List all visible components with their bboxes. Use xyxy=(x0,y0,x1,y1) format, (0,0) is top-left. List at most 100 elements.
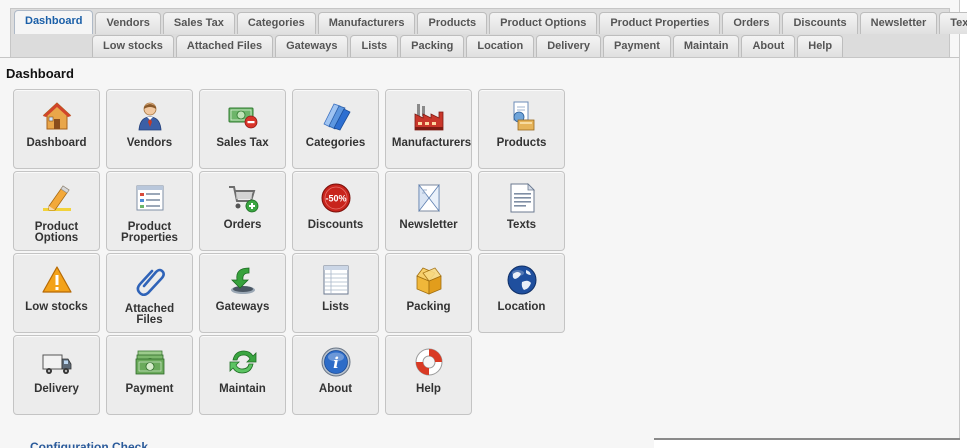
gateway-arrow-icon xyxy=(227,264,259,296)
tile-label-line1: Newsletter xyxy=(399,219,458,231)
tab-product-properties[interactable]: Product Properties xyxy=(599,12,721,34)
tab-maintain[interactable]: Maintain xyxy=(672,35,740,57)
properties-form-icon xyxy=(134,182,166,214)
tile-label: Vendors xyxy=(107,137,192,149)
banknotes-icon xyxy=(134,346,166,378)
tile-label-line1: Manufacturers xyxy=(391,137,472,149)
tile-label: Delivery xyxy=(14,383,99,395)
tab-row-1: Dashboard Vendors Sales Tax Categories Manuf… xyxy=(14,10,967,34)
text-document-icon xyxy=(506,182,538,214)
tile-label-line1: Discounts xyxy=(307,219,364,231)
tile-lists[interactable]: Lists xyxy=(292,253,379,333)
globe-icon xyxy=(506,264,538,296)
tab-vendors[interactable]: Vendors xyxy=(95,12,161,34)
tile-discounts[interactable]: -50% Discounts xyxy=(292,171,379,251)
tab-texts[interactable]: Texts xyxy=(939,12,967,34)
tile-label: Lists xyxy=(293,301,378,313)
tab-manufacturers[interactable]: Manufacturers xyxy=(317,12,416,34)
tab-about[interactable]: About xyxy=(741,35,796,57)
tab-low-stocks[interactable]: Low stocks xyxy=(92,35,174,57)
lifebuoy-icon xyxy=(413,346,445,378)
tab-attached-files[interactable]: Attached Files xyxy=(175,35,274,57)
tile-label-line2: Properties xyxy=(121,232,178,244)
tile-label: Texts xyxy=(479,219,564,231)
tile-vendors[interactable]: Vendors xyxy=(106,89,193,169)
tile-sales-tax[interactable]: Sales Tax xyxy=(199,89,286,169)
pencil-highlight-icon xyxy=(41,182,73,214)
tile-label-line2: Files xyxy=(136,314,163,326)
vendor-person-icon xyxy=(134,100,166,132)
tab-orders[interactable]: Orders xyxy=(722,12,781,34)
money-minus-icon xyxy=(227,100,259,132)
tile-product-properties[interactable]: Product Properties xyxy=(106,171,193,251)
tile-label-line1: Gateways xyxy=(215,301,270,313)
tile-label: Help xyxy=(386,383,471,395)
tile-label-line1: Low stocks xyxy=(25,301,88,313)
configuration-check-heading[interactable]: Configuration Check xyxy=(30,440,148,448)
tile-label: Product Options xyxy=(14,221,99,244)
tile-location[interactable]: Location xyxy=(478,253,565,333)
tab-newsletter[interactable]: Newsletter xyxy=(859,12,938,34)
tab-delivery[interactable]: Delivery xyxy=(536,35,601,57)
box-icon xyxy=(413,264,445,296)
tile-label: Location xyxy=(479,301,564,313)
tile-label: Attached Files xyxy=(107,303,192,326)
tile-gateways[interactable]: Gateways xyxy=(199,253,286,333)
tile-about[interactable]: i About xyxy=(292,335,379,415)
tile-label-line2: Options xyxy=(34,232,79,244)
tile-texts[interactable]: Texts xyxy=(478,171,565,251)
tab-sales-tax[interactable]: Sales Tax xyxy=(162,12,235,34)
tab-help[interactable]: Help xyxy=(797,35,844,57)
tab-discounts[interactable]: Discounts xyxy=(782,12,858,34)
info-icon: i xyxy=(320,346,352,378)
tile-categories[interactable]: Categories xyxy=(292,89,379,169)
tile-label-line1: Categories xyxy=(305,137,366,149)
tile-newsletter[interactable]: Newsletter xyxy=(385,171,472,251)
tile-label: About xyxy=(293,383,378,395)
tile-label-line1: Lists xyxy=(322,301,349,313)
tab-dashboard[interactable]: Dashboard xyxy=(14,10,94,34)
newsletter-icon xyxy=(413,182,445,214)
tile-attached-files[interactable]: Attached Files xyxy=(106,253,193,333)
products-icon xyxy=(506,100,538,132)
tab-products[interactable]: Products xyxy=(417,12,488,34)
folders-icon xyxy=(320,100,352,132)
tile-label: Newsletter xyxy=(386,219,471,231)
tile-label-line1: About xyxy=(318,383,353,395)
tile-packing[interactable]: Packing xyxy=(385,253,472,333)
tile-label-line1: Location xyxy=(497,301,546,313)
tab-payment[interactable]: Payment xyxy=(603,35,671,57)
tile-delivery[interactable]: Delivery xyxy=(13,335,100,415)
tile-label-line1: Texts xyxy=(506,219,537,231)
tile-help[interactable]: Help xyxy=(385,335,472,415)
svg-text:-50%: -50% xyxy=(325,194,346,204)
tile-maintain[interactable]: Maintain xyxy=(199,335,286,415)
refresh-icon xyxy=(227,346,259,378)
tab-gateways[interactable]: Gateways xyxy=(275,35,349,57)
tile-label: Maintain xyxy=(200,383,285,395)
tile-dashboard[interactable]: Dashboard xyxy=(13,89,100,169)
cart-add-icon xyxy=(227,182,259,214)
tile-orders[interactable]: Orders xyxy=(199,171,286,251)
tile-payment[interactable]: Payment xyxy=(106,335,193,415)
tile-label: Manufacturers xyxy=(382,137,481,149)
tab-location[interactable]: Location xyxy=(466,35,535,57)
tile-product-options[interactable]: Product Options xyxy=(13,171,100,251)
tile-low-stocks[interactable]: Low stocks xyxy=(13,253,100,333)
tile-label: Products xyxy=(479,137,564,149)
tile-manufacturers[interactable]: Manufacturers xyxy=(385,89,472,169)
tab-lists[interactable]: Lists xyxy=(350,35,399,57)
list-sheet-icon xyxy=(320,264,352,296)
tab-categories[interactable]: Categories xyxy=(236,12,316,34)
tile-label: Discounts xyxy=(293,219,378,231)
warning-icon xyxy=(41,264,73,296)
tile-label: Low stocks xyxy=(14,301,99,313)
tile-label-line1: Dashboard xyxy=(26,137,87,149)
tile-products[interactable]: Products xyxy=(478,89,565,169)
tile-label: Sales Tax xyxy=(200,137,285,149)
tab-packing[interactable]: Packing xyxy=(400,35,465,57)
tile-label: Gateways xyxy=(200,301,285,313)
tab-product-options[interactable]: Product Options xyxy=(489,12,598,34)
factory-icon xyxy=(413,100,445,132)
discount-badge-icon: -50% xyxy=(320,182,352,214)
